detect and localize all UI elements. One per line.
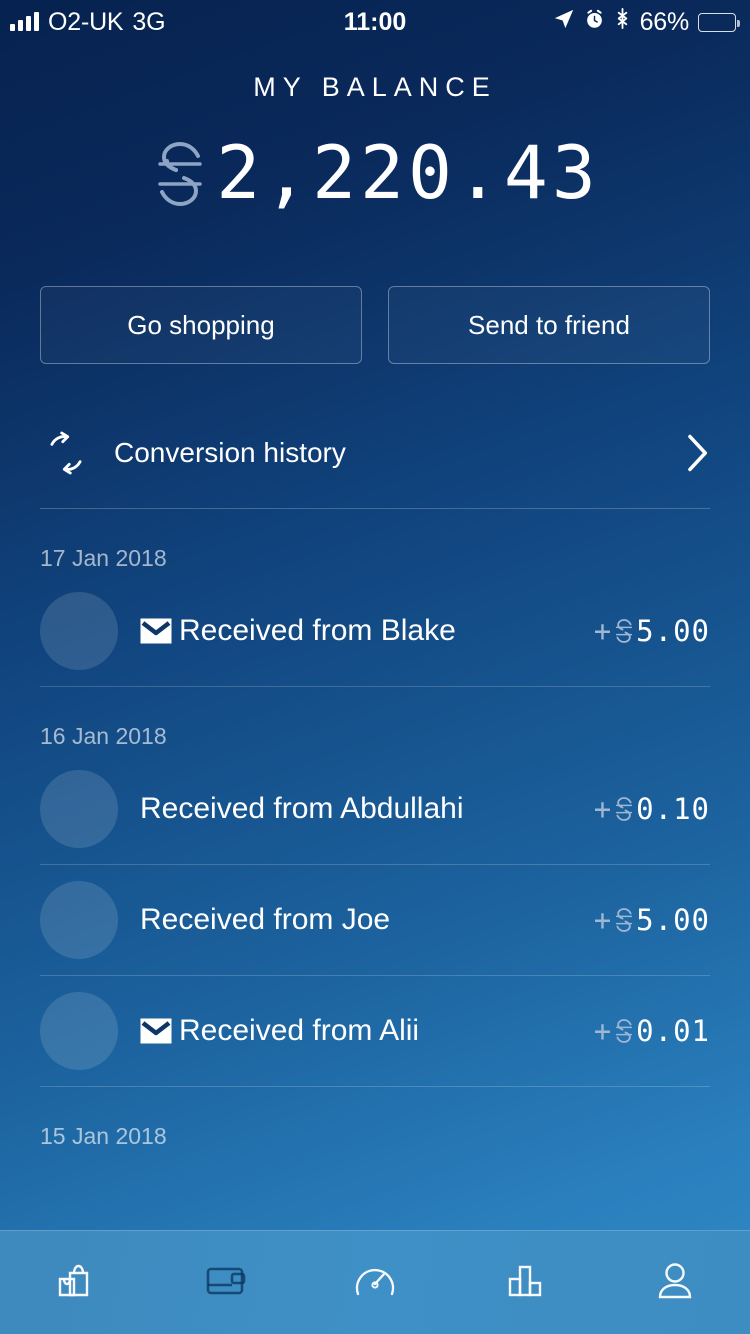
avatar	[40, 592, 118, 670]
refresh-cycle-icon	[40, 427, 102, 479]
balance-amount: 2,220.43	[0, 137, 750, 210]
tab-bar-chart[interactable]	[450, 1231, 600, 1334]
transaction-label: Received from Abdullahi	[140, 792, 464, 825]
transaction-amount: +0.10	[594, 792, 710, 826]
person-icon	[648, 1253, 702, 1312]
transaction-main: Received from Blake	[140, 614, 456, 648]
amount-value: 0.10	[636, 792, 710, 826]
avatar	[40, 992, 118, 1070]
shopping-bags-icon	[48, 1253, 102, 1312]
app-screen: O2-UK 3G 11:00 66% MY BALANCE 2,220.43 G…	[0, 0, 750, 1334]
transaction-main: Received from Joe	[140, 903, 390, 937]
wallet-icon	[198, 1253, 252, 1312]
currency-symbol-icon	[613, 795, 635, 823]
transaction-amount: +5.00	[594, 614, 710, 648]
amount-sign: +	[593, 1014, 613, 1048]
transaction-label: Received from Blake	[179, 614, 456, 647]
tab-speedometer[interactable]	[300, 1231, 450, 1334]
bluetooth-icon	[614, 7, 631, 37]
speedometer-icon	[347, 1252, 403, 1313]
transaction-amount: +0.01	[594, 1014, 710, 1048]
transaction-label: Received from Alii	[179, 1014, 420, 1047]
tab-shopping-bags[interactable]	[0, 1231, 150, 1334]
network-type-label: 3G	[132, 7, 166, 36]
balance-value: 2,220.43	[216, 131, 600, 216]
envelope-icon	[140, 1018, 172, 1044]
battery-percent-label: 66%	[639, 7, 690, 36]
transaction-label: Received from Joe	[140, 903, 391, 936]
conversion-history-row[interactable]: Conversion history	[40, 410, 710, 496]
action-button-group: Go shopping Send to friend	[40, 286, 710, 364]
battery-icon	[698, 12, 740, 32]
location-arrow-icon	[553, 8, 575, 37]
transaction-row[interactable]: Received from Joe +5.00	[40, 865, 710, 975]
amount-value: 0.01	[636, 1014, 710, 1048]
transaction-main: Received from Abdullahi	[140, 792, 464, 826]
transaction-date-header: 15 Jan 2018	[40, 1123, 167, 1149]
bottom-tab-bar	[0, 1230, 750, 1334]
transaction-main: Received from Alii	[140, 1014, 419, 1048]
envelope-icon	[140, 618, 172, 644]
page-title: MY BALANCE	[253, 72, 497, 102]
transaction-row[interactable]: Received from Alii +0.01	[40, 976, 710, 1086]
avatar	[40, 770, 118, 848]
signal-bars-icon	[10, 12, 39, 31]
go-shopping-button[interactable]: Go shopping	[40, 286, 362, 364]
amount-value: 5.00	[636, 903, 710, 937]
bar-chart-icon	[498, 1253, 552, 1312]
amount-sign: +	[593, 792, 613, 826]
transaction-list: 17 Jan 2018 Received from Blake +5.00 16 Ja…	[0, 509, 750, 1154]
transaction-date-header: 17 Jan 2018	[40, 545, 167, 571]
alarm-clock-icon	[584, 8, 605, 37]
amount-sign: +	[593, 903, 613, 937]
tab-person[interactable]	[600, 1231, 750, 1334]
avatar	[40, 881, 118, 959]
amount-value: 5.00	[636, 614, 710, 648]
transaction-date-header: 16 Jan 2018	[40, 723, 167, 749]
currency-symbol-icon	[613, 906, 635, 934]
currency-symbol-icon	[613, 1017, 635, 1045]
send-to-friend-button[interactable]: Send to friend	[388, 286, 710, 364]
transaction-row[interactable]: Received from Abdullahi +0.10	[40, 754, 710, 864]
chevron-right-icon[interactable]	[684, 433, 710, 473]
currency-symbol-icon	[613, 617, 635, 645]
transaction-amount: +5.00	[594, 903, 710, 937]
amount-sign: +	[593, 614, 613, 648]
conversion-history-label: Conversion history	[114, 437, 346, 468]
tab-wallet[interactable]	[150, 1231, 300, 1334]
transaction-row[interactable]: Received from Blake +5.00	[40, 576, 710, 686]
status-bar: O2-UK 3G 11:00 66%	[0, 0, 750, 44]
carrier-label: O2-UK	[48, 7, 124, 36]
currency-symbol-icon	[150, 138, 210, 210]
status-bar-left: O2-UK 3G	[10, 7, 166, 37]
status-bar-right: 66%	[553, 7, 740, 37]
